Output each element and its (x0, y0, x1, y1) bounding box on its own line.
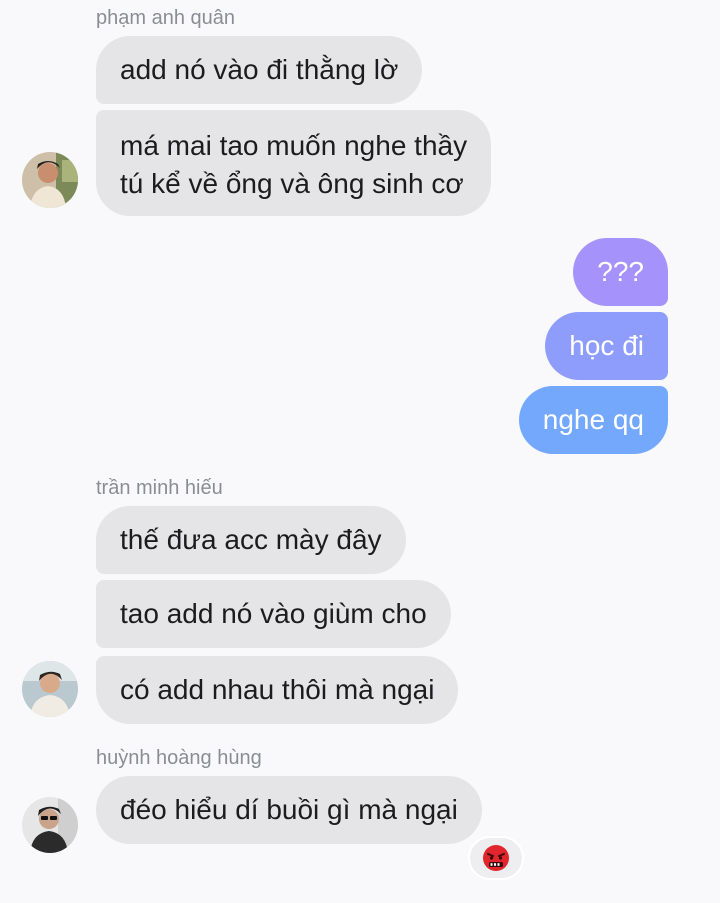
avatar-photo-icon (22, 661, 78, 717)
message-bubble[interactable]: ??? (573, 238, 668, 306)
message-text-line: má mai tao muốn nghe thầy (120, 130, 468, 161)
message-text-line: tú kể về ổng và ông sinh cơ (120, 168, 464, 199)
message-reaction[interactable] (468, 836, 524, 880)
message-bubble[interactable]: nghe qq (518, 386, 668, 454)
message-bubble[interactable]: má mai tao muốn nghe thầy tú kể về ổng v… (96, 110, 492, 216)
avatar[interactable] (22, 797, 78, 853)
message-text: add nó vào đi thằng lờ (120, 54, 399, 85)
message-text: thế đưa acc mày đây (120, 524, 382, 555)
sender-name: trần minh hiếu (96, 477, 223, 499)
sender-name: huỳnh hoàng hùng (96, 747, 262, 769)
message-bubble[interactable]: đéo hiểu dí buồi gì mà ngại (96, 776, 482, 844)
message-text: ??? (597, 256, 644, 287)
message-bubble[interactable]: thế đưa acc mày đây (96, 506, 406, 574)
avatar[interactable] (22, 661, 78, 717)
message-bubble[interactable]: học đi (545, 312, 668, 380)
avatar-photo-icon (22, 797, 78, 853)
message-text: tao add nó vào giùm cho (120, 598, 427, 629)
message-bubble[interactable]: có add nhau thôi mà ngại (96, 656, 459, 724)
avatar-photo-icon (22, 152, 78, 208)
message-text: đéo hiểu dí buồi gì mà ngại (120, 794, 458, 825)
message-bubble[interactable]: tao add nó vào giùm cho (96, 580, 451, 648)
angry-face-emoji-icon (483, 845, 509, 871)
avatar[interactable] (22, 152, 78, 208)
sender-name: phạm anh quân (96, 7, 236, 29)
message-text: học đi (569, 330, 644, 361)
message-text: nghe qq (542, 404, 644, 435)
message-text: có add nhau thôi mà ngại (120, 674, 435, 705)
message-bubble[interactable]: add nó vào đi thằng lờ (96, 36, 423, 104)
